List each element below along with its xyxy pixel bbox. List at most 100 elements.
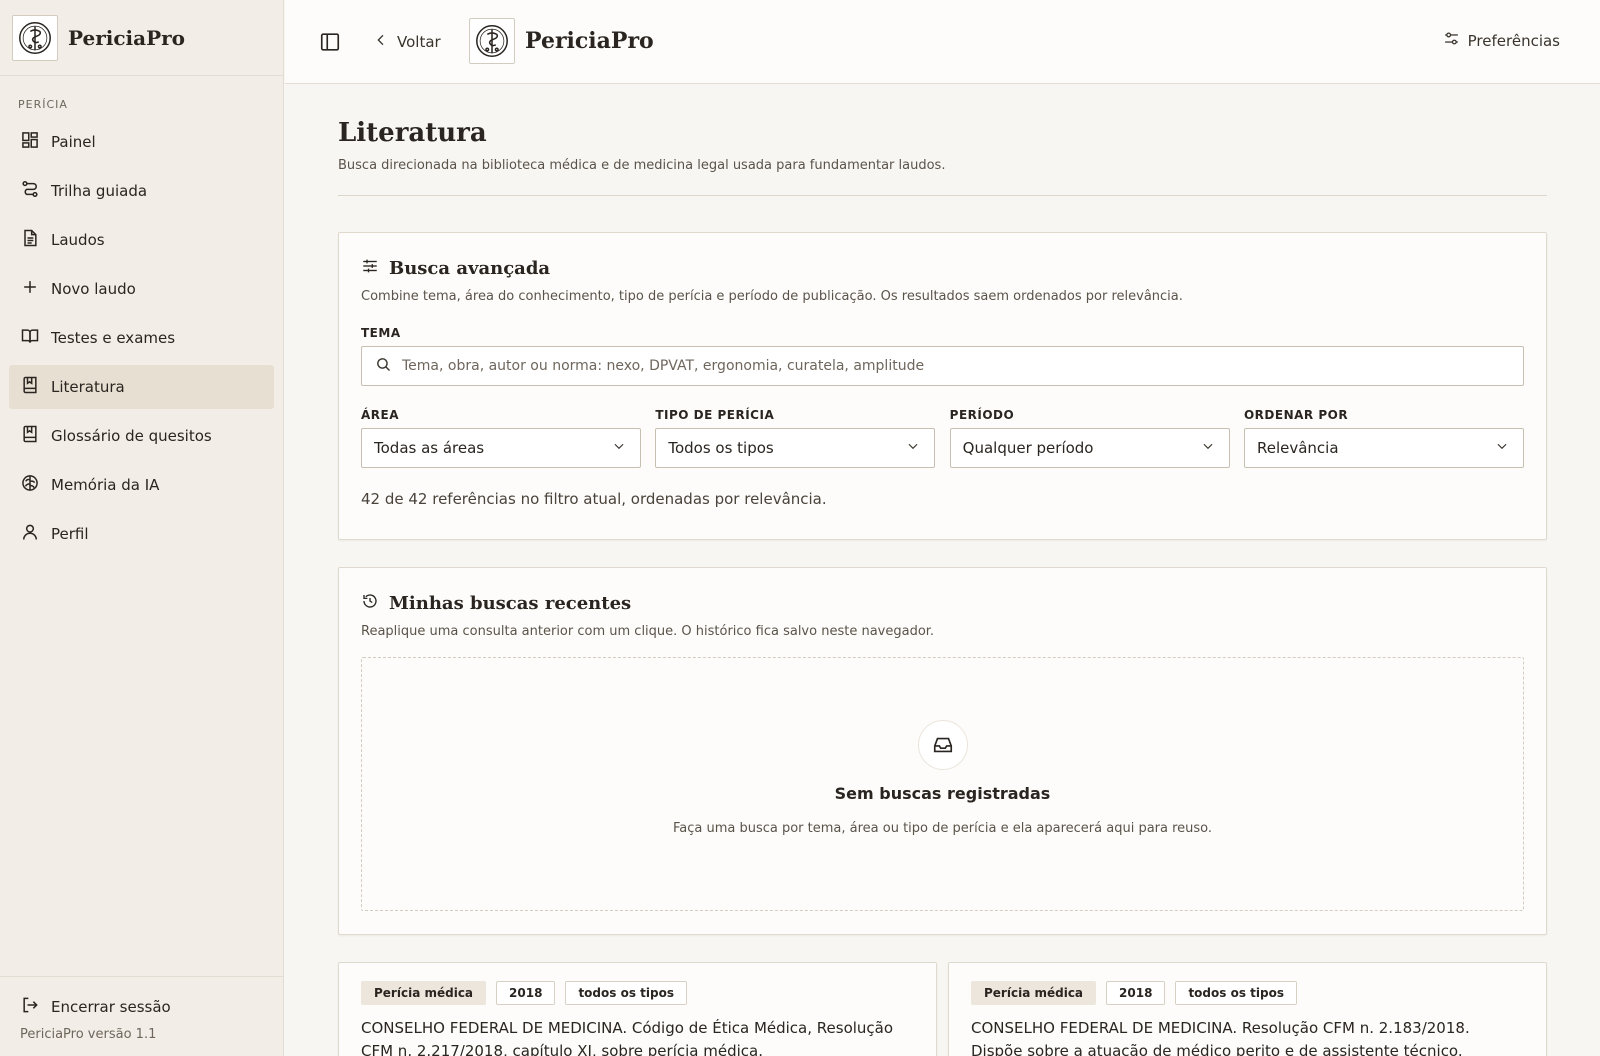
ordenar-label: ORDENAR POR <box>1243 408 1349 422</box>
page-title: Literatura <box>338 118 487 148</box>
sidebar-section-title: PERÍCIA <box>18 98 68 111</box>
sidebar-item-novo-laudo[interactable]: Novo laudo <box>9 267 274 311</box>
brain-icon <box>20 473 40 497</box>
sidebar-footer: Encerrar sessão PericiaPro versão 1.1 <box>0 976 283 1056</box>
topbar: Voltar PericiaPro Preferências <box>285 0 1600 84</box>
logout-label: Encerrar sessão <box>51 998 171 1016</box>
periodo-select-value: Qualquer período <box>962 439 1094 457</box>
main-content: Literatura Busca direcionada na bibliote… <box>338 84 1547 1056</box>
result-tags: Perícia médica 2018 todos os tipos <box>361 981 914 1005</box>
type-tag: todos os tipos <box>565 981 687 1005</box>
route-icon <box>20 179 40 203</box>
result-card[interactable]: Perícia médica 2018 todos os tipos CONSE… <box>338 962 937 1056</box>
results-grid: Perícia médica 2018 todos os tipos CONSE… <box>338 962 1547 1056</box>
brand-name: PericiaPro <box>68 25 186 50</box>
result-reference: CONSELHO FEDERAL DE MEDICINA. Resolução … <box>971 1019 1470 1056</box>
book-bookmark-icon <box>20 424 40 448</box>
result-card[interactable]: Perícia médica 2018 todos os tipos CONSE… <box>948 962 1547 1056</box>
sliders-icon <box>1443 30 1460 51</box>
sidebar-item-painel[interactable]: Painel <box>9 120 274 164</box>
tema-label: TEMA <box>361 326 401 340</box>
empty-state: Sem buscas registradas Faça uma busca po… <box>361 657 1524 911</box>
recent-searches-title: Minhas buscas recentes <box>389 592 632 614</box>
empty-state-desc: Faça uma busca por tema, área ou tipo de… <box>672 821 1213 836</box>
brand-name: PericiaPro <box>525 28 654 54</box>
sidebar-item-trilha-guiada[interactable]: Trilha guiada <box>9 169 274 213</box>
sidebar-toggle-button[interactable] <box>319 31 341 53</box>
advanced-search-title: Busca avançada <box>389 257 551 279</box>
year-tag: 2018 <box>496 981 556 1005</box>
area-tag: Perícia médica <box>361 981 487 1005</box>
results-count: 42 de 42 referências no filtro atual, or… <box>361 490 827 508</box>
advanced-search-card: Busca avançada Combine tema, área do con… <box>338 232 1547 540</box>
tipo-pericia-label: TIPO DE PERÍCIA <box>655 408 775 422</box>
area-select[interactable]: Todas as áreas <box>361 428 641 468</box>
book-bookmark-icon <box>20 375 40 399</box>
periodo-label: PERÍODO <box>949 408 1015 422</box>
periodo-filter: PERÍODO Qualquer período <box>949 408 1230 468</box>
page-subtitle: Busca direcionada na biblioteca médica e… <box>338 158 946 173</box>
year-tag: 2018 <box>1106 981 1166 1005</box>
back-button[interactable]: Voltar <box>373 30 441 54</box>
tipo-pericia-select-value: Todos os tipos <box>668 439 774 457</box>
sidebar-item-label: Memória da IA <box>51 476 160 494</box>
ordenar-filter: ORDENAR POR Relevância <box>1243 408 1524 468</box>
result-tags: Perícia médica 2018 todos os tipos <box>971 981 1524 1005</box>
sidebar-item-label: Novo laudo <box>51 280 136 298</box>
sidebar-item-testes-exames[interactable]: Testes e exames <box>9 316 274 360</box>
back-label: Voltar <box>397 33 441 51</box>
sidebar-item-label: Trilha guiada <box>51 182 148 200</box>
area-tag: Perícia médica <box>971 981 1097 1005</box>
advanced-search-header: Busca avançada <box>361 257 1524 279</box>
search-icon <box>375 356 392 377</box>
logout-button[interactable]: Encerrar sessão <box>20 995 283 1019</box>
type-tag: todos os tipos <box>1175 981 1297 1005</box>
filter-row: ÁREA Todas as áreas TIPO DE PERÍCIA Todo… <box>361 408 1524 468</box>
chevron-down-icon <box>612 439 626 457</box>
chevron-down-icon <box>906 439 920 457</box>
periodo-select[interactable]: Qualquer período <box>949 428 1230 468</box>
sidebar-item-label: Literatura <box>51 378 125 396</box>
sidebar: PericiaPro PERÍCIA Painel Trilha guiada … <box>0 0 284 1056</box>
sidebar-item-glossario[interactable]: Glossário de quesitos <box>9 414 274 458</box>
sidebar-item-perfil[interactable]: Perfil <box>9 512 274 556</box>
preferences-button[interactable]: Preferências <box>1443 30 1560 51</box>
area-filter: ÁREA Todas as áreas <box>361 408 641 468</box>
tipo-pericia-filter: TIPO DE PERÍCIA Todos os tipos <box>655 408 936 468</box>
logout-icon <box>20 995 40 1019</box>
sidebar-item-literatura[interactable]: Literatura <box>9 365 274 409</box>
sidebar-brand[interactable]: PericiaPro <box>0 0 283 76</box>
plus-icon <box>20 277 40 301</box>
sidebar-item-laudos[interactable]: Laudos <box>9 218 274 262</box>
recent-searches-desc: Reaplique uma consulta anterior com um c… <box>361 624 935 639</box>
divider <box>338 195 1547 196</box>
sidebar-nav: Painel Trilha guiada Laudos Novo laudo T… <box>0 120 283 556</box>
ordenar-select[interactable]: Relevância <box>1243 428 1524 468</box>
recent-searches-header: Minhas buscas recentes <box>361 592 1524 614</box>
chevron-down-icon <box>1201 439 1215 457</box>
sidebar-item-memoria-ia[interactable]: Memória da IA <box>9 463 274 507</box>
dashboard-icon <box>20 130 40 154</box>
user-icon <box>20 522 40 546</box>
tema-search-input[interactable] <box>402 358 1523 374</box>
tema-search-box <box>361 346 1524 386</box>
tipo-pericia-select[interactable]: Todos os tipos <box>655 428 936 468</box>
app-version: PericiaPro versão 1.1 <box>20 1027 157 1042</box>
topbar-brand[interactable]: PericiaPro <box>469 18 654 64</box>
book-open-icon <box>20 326 40 350</box>
preferences-label: Preferências <box>1467 31 1560 50</box>
area-select-value: Todas as áreas <box>374 439 485 457</box>
sidebar-item-label: Laudos <box>51 231 105 249</box>
inbox-icon <box>917 720 968 770</box>
chevron-left-icon <box>373 32 389 52</box>
sidebar-toggle-icon <box>319 33 341 57</box>
chevron-down-icon <box>1495 439 1509 457</box>
sidebar-item-label: Glossário de quesitos <box>51 427 212 445</box>
filter-sliders-icon <box>361 257 379 279</box>
result-reference: CONSELHO FEDERAL DE MEDICINA. Código de … <box>361 1019 894 1056</box>
empty-state-title: Sem buscas registradas <box>834 784 1051 803</box>
sidebar-item-label: Testes e exames <box>51 329 176 347</box>
advanced-search-desc: Combine tema, área do conhecimento, tipo… <box>361 289 1183 304</box>
area-label: ÁREA <box>361 408 400 422</box>
logo-icon <box>469 18 515 64</box>
